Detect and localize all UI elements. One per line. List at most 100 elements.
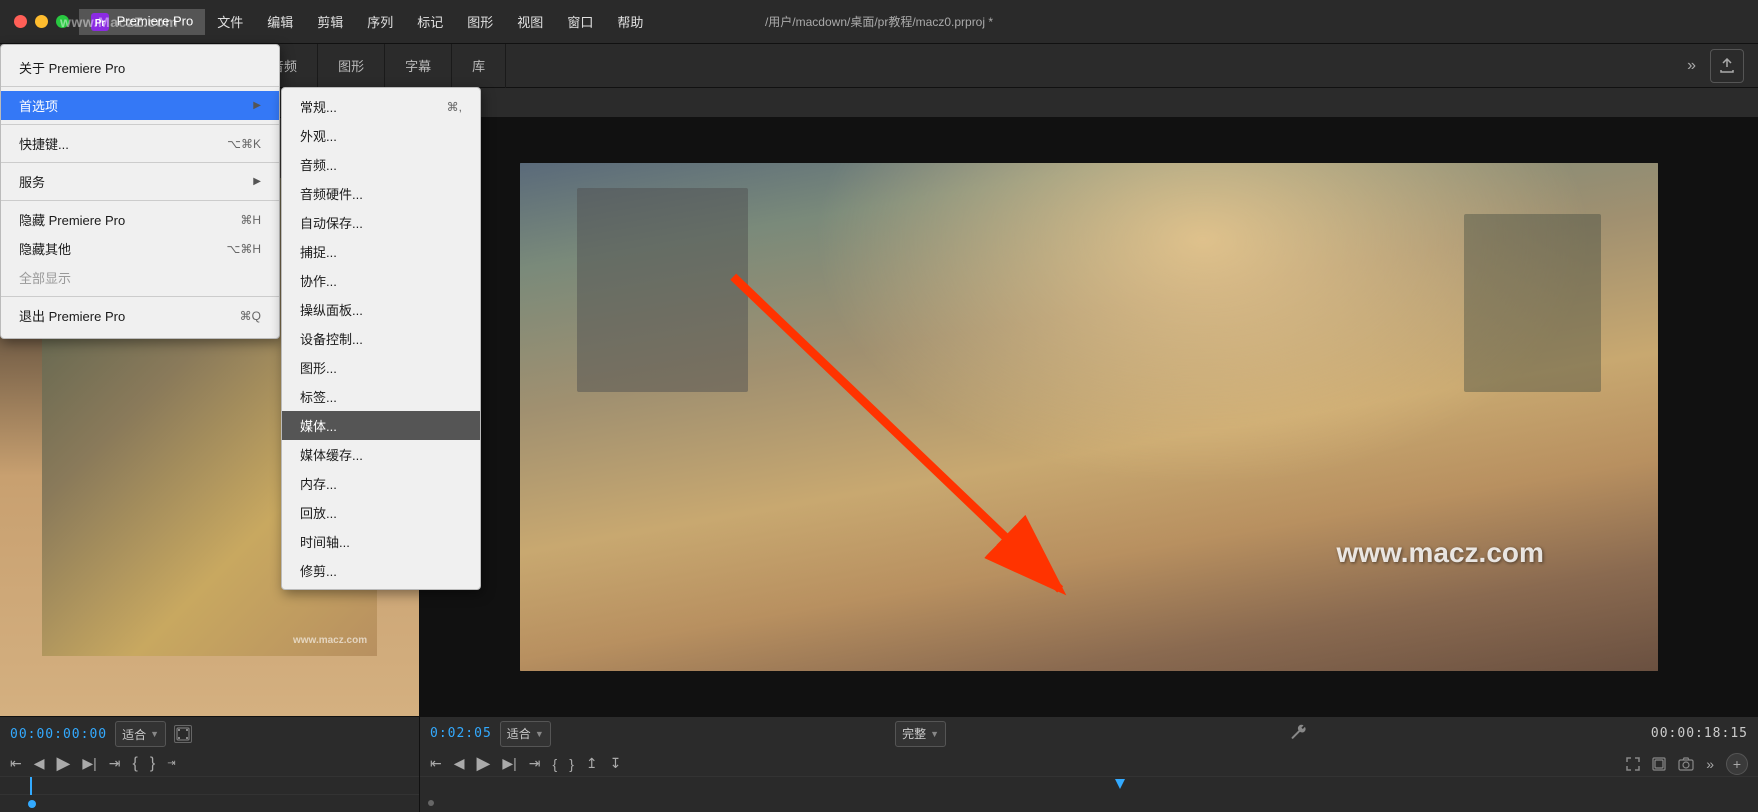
- app-icon: Pr: [91, 13, 109, 31]
- tab-library[interactable]: 库: [452, 44, 506, 88]
- services-arrow: ▶: [253, 176, 261, 187]
- wrench-icon[interactable]: [1290, 724, 1306, 743]
- program-button-row: ⇤ ◀ ▶ ▶| ⇥ { } ↥ ↧: [420, 751, 1758, 777]
- program-video-frame: www.macz.com: [420, 118, 1758, 716]
- menu-section-quit: 退出 Premiere Pro ⌘Q: [1, 297, 279, 334]
- pref-media[interactable]: 媒体...: [282, 411, 480, 440]
- tab-captions[interactable]: 字幕: [385, 44, 452, 88]
- program-timecode-left[interactable]: 0:02:05: [430, 726, 492, 741]
- menu-graphics[interactable]: 图形: [455, 8, 505, 35]
- menu-premiere-pro[interactable]: Pr Premiere Pro: [79, 9, 205, 35]
- program-timecode-right: 00:00:18:15: [1651, 726, 1748, 741]
- program-more-button[interactable]: »: [1706, 756, 1714, 772]
- program-camera-button[interactable]: [1678, 757, 1694, 771]
- menu-help[interactable]: 帮助: [605, 8, 655, 35]
- source-button-row: ⇤ ◀ ▶ ▶| ⇥ { } ⇥: [0, 751, 419, 776]
- program-fullscreen-button[interactable]: [1626, 757, 1640, 771]
- safe-margins-icon: [1652, 757, 1666, 771]
- menu-services[interactable]: 服务 ▶: [1, 167, 279, 196]
- program-skip-back-button[interactable]: ⇤: [430, 755, 442, 772]
- program-quality-arrow: ▼: [930, 729, 939, 739]
- fullscreen-icon: [1626, 757, 1640, 771]
- menu-window[interactable]: 窗口: [555, 8, 605, 35]
- program-scrollbar[interactable]: [420, 794, 1758, 812]
- menu-quit[interactable]: 退出 Premiere Pro ⌘Q: [1, 301, 279, 330]
- pref-trim[interactable]: 修剪...: [282, 556, 480, 585]
- pref-playback[interactable]: 回放...: [282, 498, 480, 527]
- film-icon: [176, 727, 190, 741]
- menu-marker[interactable]: 标记: [405, 8, 455, 35]
- more-tabs-button[interactable]: »: [1673, 57, 1710, 75]
- menu-hide-others[interactable]: 隐藏其他 ⌥⌘H: [1, 234, 279, 263]
- menu-file[interactable]: 文件: [205, 8, 255, 35]
- source-skip-back-button[interactable]: ⇤: [10, 755, 22, 772]
- tab-graphics2[interactable]: 图形: [318, 44, 385, 88]
- pref-audio[interactable]: 音频...: [282, 150, 480, 179]
- menu-sequence[interactable]: 序列: [355, 8, 405, 35]
- menu-shortcuts[interactable]: 快捷键... ⌥⌘K: [1, 129, 279, 158]
- program-play-button[interactable]: ▶: [477, 753, 491, 774]
- pref-general[interactable]: 常规... ⌘,: [282, 92, 480, 121]
- program-playhead[interactable]: [1115, 779, 1125, 789]
- pref-capture[interactable]: 捕捉...: [282, 237, 480, 266]
- program-step-back-button[interactable]: ◀: [454, 755, 465, 772]
- source-play-button[interactable]: ▶: [57, 753, 71, 774]
- program-mark-in-button[interactable]: {: [553, 756, 558, 772]
- pref-audio-hardware[interactable]: 音频硬件...: [282, 179, 480, 208]
- program-panel-header: macz ≡: [420, 88, 1758, 118]
- pref-auto-save[interactable]: 自动保存...: [282, 208, 480, 237]
- source-step-back-button[interactable]: ◀: [34, 755, 45, 772]
- program-time-row: 0:02:05 适合 ▼ 完整 ▼ 00:00:18:15: [420, 717, 1758, 751]
- close-button[interactable]: [14, 15, 27, 28]
- pref-device-control[interactable]: 设备控制...: [282, 324, 480, 353]
- menu-view[interactable]: 视图: [505, 8, 555, 35]
- program-step-forward-button[interactable]: ▶|: [502, 755, 516, 772]
- program-safe-margins-button[interactable]: [1652, 757, 1666, 771]
- source-mark-out-button[interactable]: }: [150, 755, 155, 773]
- pref-appearance[interactable]: 外观...: [282, 121, 480, 150]
- minimize-button[interactable]: [35, 15, 48, 28]
- program-skip-forward-button[interactable]: ⇥: [529, 755, 541, 772]
- menu-section-services: 服务 ▶: [1, 163, 279, 201]
- source-scroll-indicator: [28, 800, 36, 808]
- menu-about-premiere[interactable]: 关于 Premiere Pro: [1, 53, 279, 82]
- program-lift-button[interactable]: ↥: [586, 755, 598, 772]
- building-left: [577, 188, 748, 391]
- pref-media-cache[interactable]: 媒体缓存...: [282, 440, 480, 469]
- menu-hide-premiere[interactable]: 隐藏 Premiere Pro ⌘H: [1, 205, 279, 234]
- source-mark-in-button[interactable]: {: [133, 755, 138, 773]
- pref-collaboration[interactable]: 协作...: [282, 266, 480, 295]
- menu-clip[interactable]: 剪辑: [305, 8, 355, 35]
- menu-preferences[interactable]: 首选项 ▶: [1, 91, 279, 120]
- film-frame-icon[interactable]: [174, 725, 192, 743]
- video-watermark-text: www.macz.com: [1336, 537, 1543, 569]
- fullscreen-button[interactable]: [56, 15, 69, 28]
- export-button[interactable]: [1710, 49, 1744, 83]
- program-monitor: macz ≡ www.macz.com: [420, 88, 1758, 812]
- source-timecode[interactable]: 00:00:00:00: [10, 727, 107, 742]
- source-skip-forward-button[interactable]: ⇥: [109, 755, 121, 772]
- source-playhead[interactable]: [30, 777, 32, 795]
- pref-control-surface[interactable]: 操纵面板...: [282, 295, 480, 324]
- pref-graphics[interactable]: 图形...: [282, 353, 480, 382]
- source-scrollbar[interactable]: [0, 794, 419, 812]
- program-quality-dropdown[interactable]: 完整 ▼: [895, 721, 946, 747]
- window-title: /用户/macdown/桌面/pr教程/macz0.prproj *: [765, 13, 993, 30]
- source-insert-button[interactable]: ⇥: [167, 758, 175, 769]
- workspace-tabs: 集合 编辑 效果 音频 图形 字幕 库: [50, 44, 1673, 87]
- program-extract-button[interactable]: ↧: [610, 755, 622, 772]
- source-watermark: www.macz.com: [293, 635, 367, 646]
- pref-labels[interactable]: 标签...: [282, 382, 480, 411]
- source-step-forward-button[interactable]: ▶|: [82, 755, 96, 772]
- pref-memory[interactable]: 内存...: [282, 469, 480, 498]
- program-add-button[interactable]: +: [1726, 753, 1748, 775]
- pref-timeline[interactable]: 时间轴...: [282, 527, 480, 556]
- source-fit-arrow: ▼: [150, 729, 159, 739]
- premiere-pro-dropdown: 关于 Premiere Pro 首选项 ▶ 常规... ⌘, 外观... 音频.…: [0, 44, 280, 339]
- program-mark-out-button[interactable]: }: [569, 756, 574, 772]
- program-fit-arrow: ▼: [535, 729, 544, 739]
- menu-edit[interactable]: 编辑: [255, 8, 305, 35]
- program-video-content: www.macz.com: [520, 163, 1657, 671]
- program-fit-dropdown[interactable]: 适合 ▼: [500, 721, 551, 747]
- source-fit-dropdown[interactable]: 适合 ▼: [115, 721, 166, 747]
